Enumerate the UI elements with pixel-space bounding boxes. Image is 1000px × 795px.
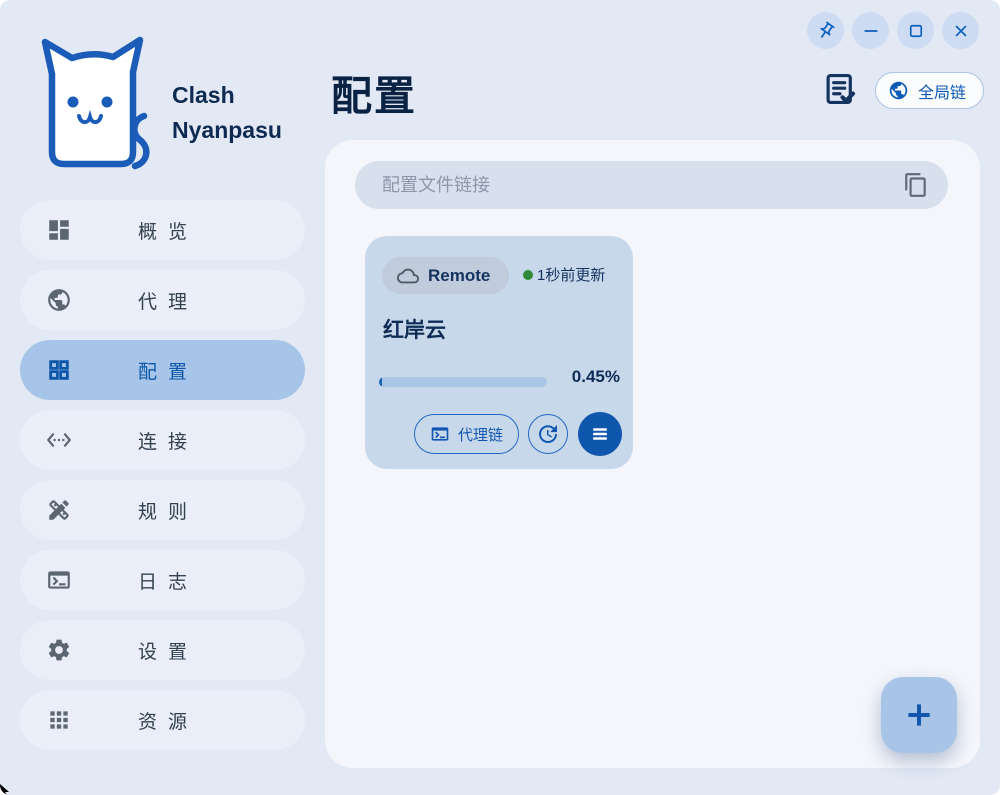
mouse-cursor (0, 783, 12, 795)
usage-percent-label: 0.45% (572, 367, 620, 387)
maximize-button[interactable] (897, 12, 934, 49)
profile-type-label: Remote (428, 266, 490, 286)
sidebar-item-settings[interactable]: 设置 (20, 620, 305, 680)
window-controls (807, 12, 979, 49)
sidebar-item-label: 概览 (127, 217, 198, 244)
updated-text: 1秒前更新 (537, 264, 629, 285)
sidebar-item-label: 设置 (127, 637, 198, 664)
sidebar-item-proxy[interactable]: 代理 (20, 270, 305, 330)
globe-icon (888, 80, 909, 101)
plus-icon (902, 698, 936, 732)
terminal-icon (430, 424, 450, 444)
card-actions: 代理链 (414, 412, 622, 456)
update-profile-button[interactable] (528, 414, 568, 454)
menu-icon (588, 422, 612, 446)
profile-url-input[interactable] (355, 161, 948, 209)
usage-progress-bar (379, 377, 547, 387)
paste-clipboard-button[interactable] (903, 172, 929, 198)
progress-fill (379, 377, 382, 387)
cat-logo-icon (36, 36, 158, 177)
design-services-icon (46, 497, 72, 523)
profile-name: 红岸云 (383, 314, 446, 344)
global-chain-button[interactable]: 全局链 (875, 72, 984, 109)
gear-icon (46, 637, 72, 663)
minimize-button[interactable] (852, 12, 889, 49)
page-title: 配置 (331, 62, 417, 122)
copy-icon (903, 186, 929, 201)
app-title: Clash Nyanpasu (172, 78, 282, 148)
proxy-chain-button[interactable]: 代理链 (414, 414, 519, 454)
globe-icon (46, 287, 72, 313)
app-title-line2: Nyanpasu (172, 113, 282, 148)
sidebar-item-label: 配置 (127, 357, 198, 384)
apps-icon (46, 707, 72, 733)
close-button[interactable] (942, 12, 979, 49)
sidebar-nav: 概览 代理 配置 连接 (20, 200, 305, 760)
app-logo: Clash Nyanpasu (36, 36, 316, 176)
pin-icon (816, 21, 836, 41)
document-check-icon (821, 96, 859, 111)
proxy-chain-label: 代理链 (458, 424, 503, 445)
terminal-icon (46, 567, 72, 593)
dashboard-icon (46, 217, 72, 243)
sidebar-item-label: 资源 (127, 707, 198, 734)
sidebar-item-label: 规则 (127, 497, 198, 524)
sidebar-item-profiles[interactable]: 配置 (20, 340, 305, 400)
sidebar-item-label: 连接 (127, 427, 198, 454)
sidebar-item-rules[interactable]: 规则 (20, 480, 305, 540)
cloud-icon (397, 265, 419, 287)
profile-card[interactable]: Remote 1秒前更新 红岸云 0.45% 代理链 (365, 236, 633, 469)
grid-icon (46, 357, 72, 383)
close-icon (952, 22, 970, 40)
status-dot (523, 270, 533, 280)
sidebar-item-logs[interactable]: 日志 (20, 550, 305, 610)
app-title-line1: Clash (172, 78, 282, 113)
sidebar-item-resources[interactable]: 资源 (20, 690, 305, 750)
app-window: Clash Nyanpasu 概览 代理 配置 (0, 0, 1000, 795)
sidebar-item-label: 日志 (127, 567, 198, 594)
sidebar-item-overview[interactable]: 概览 (20, 200, 305, 260)
minimize-icon (861, 21, 881, 41)
maximize-icon (907, 22, 925, 40)
profiles-panel: Remote 1秒前更新 红岸云 0.45% 代理链 (325, 140, 980, 768)
profile-menu-button[interactable] (578, 412, 622, 456)
update-icon (536, 422, 560, 446)
add-profile-button[interactable] (881, 677, 957, 753)
pin-button[interactable] (807, 12, 844, 49)
profile-type-chip: Remote (382, 257, 509, 294)
global-chain-label: 全局链 (918, 79, 966, 103)
ethernet-icon (46, 427, 72, 453)
runtime-config-button[interactable] (820, 70, 860, 110)
sidebar-item-connections[interactable]: 连接 (20, 410, 305, 470)
sidebar: Clash Nyanpasu 概览 代理 配置 (0, 0, 325, 795)
sidebar-item-label: 代理 (127, 287, 198, 314)
